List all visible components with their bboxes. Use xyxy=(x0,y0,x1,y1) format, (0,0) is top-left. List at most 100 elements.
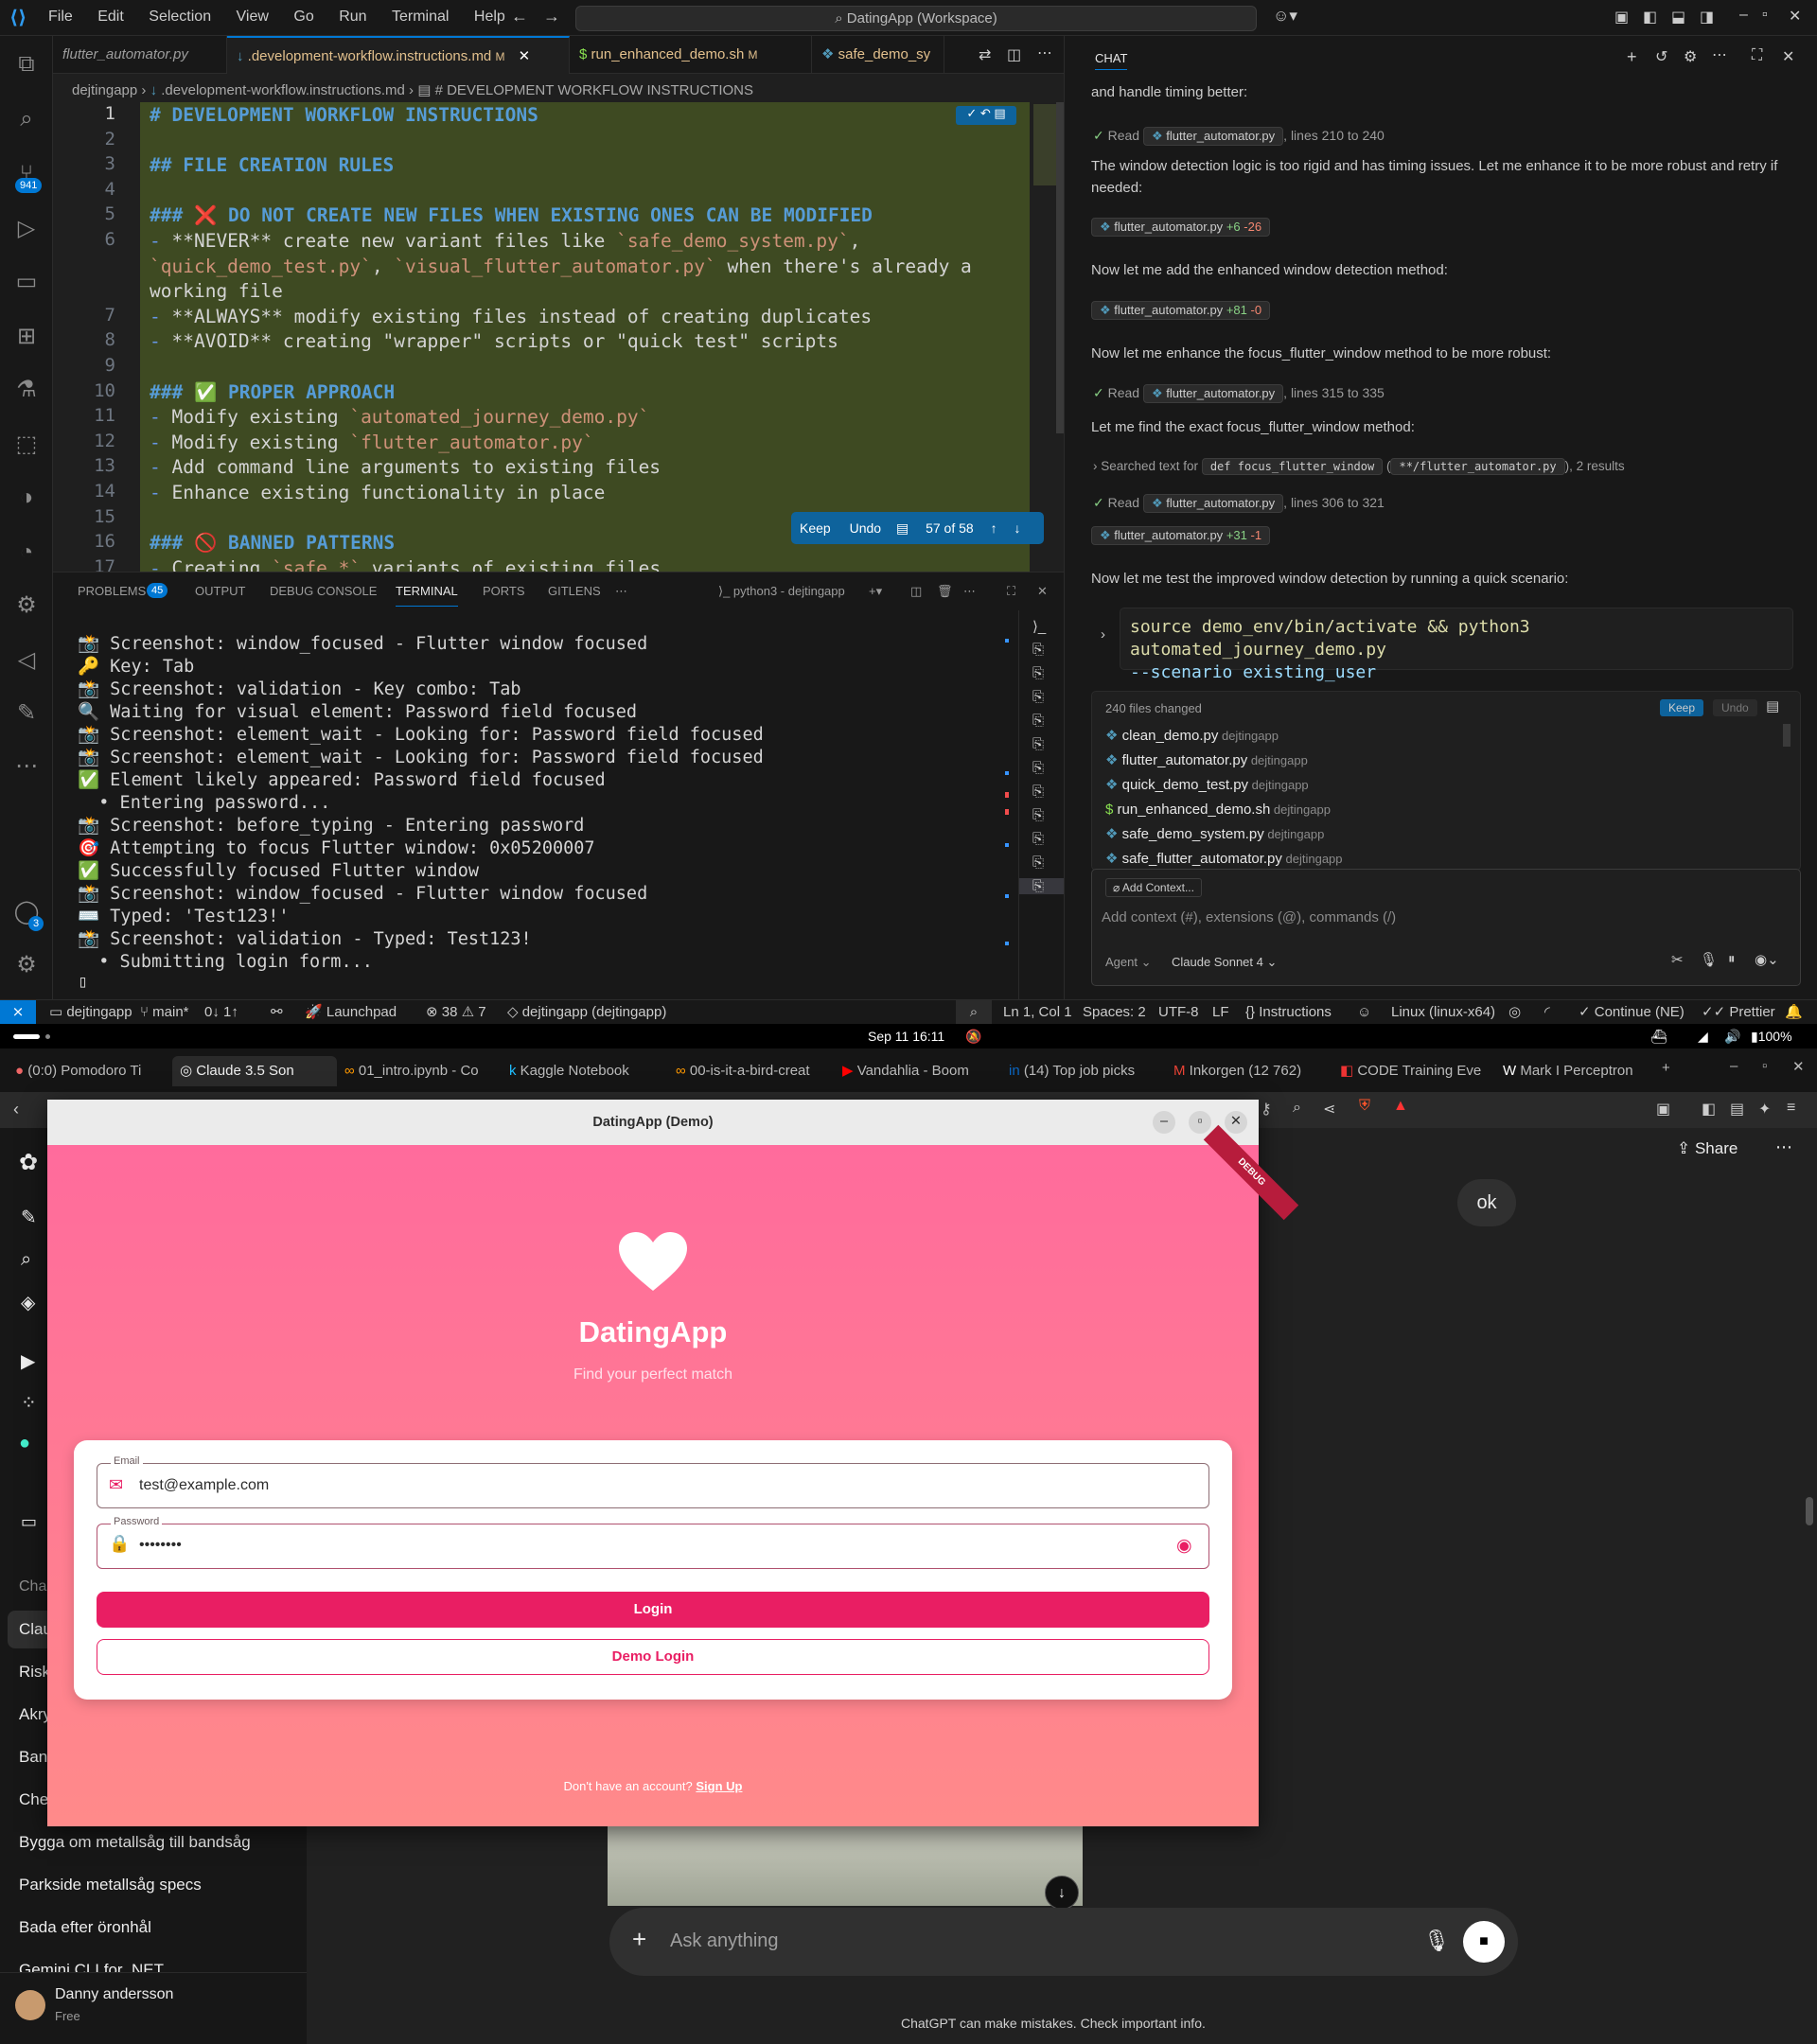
library-icon[interactable]: ◈ xyxy=(21,1291,35,1314)
history-icon[interactable]: ↺ xyxy=(1655,47,1667,66)
sora-icon[interactable]: ▶ xyxy=(21,1349,35,1373)
tab-development-workflow[interactable]: ↓ .development-workflow.instructions.md … xyxy=(227,36,570,74)
status-sync[interactable]: 0↓ 1↑ xyxy=(204,1000,238,1024)
status-language[interactable]: {} Instructions xyxy=(1245,1000,1332,1024)
keep-button[interactable]: Keep xyxy=(800,520,831,536)
inline-diff-actions[interactable]: ✓ ↶ ▤ xyxy=(956,106,1016,125)
edit-pill[interactable]: ❖ flutter_automator.py +81 -0 xyxy=(1091,301,1271,320)
chat-input-placeholder[interactable]: Add context (#), extensions (@), command… xyxy=(1102,909,1396,925)
file-pill[interactable]: ❖ flutter_automator.py xyxy=(1142,384,1284,403)
docker-icon[interactable]: ⚙ xyxy=(11,590,42,621)
status-prettier[interactable]: ✓✓ Prettier xyxy=(1702,1000,1775,1024)
toggle-sidebar-icon[interactable]: ◧ xyxy=(1643,8,1657,26)
keep-all-button[interactable]: Keep xyxy=(1660,699,1704,716)
gitlens-icon[interactable]: ◔ xyxy=(11,537,42,568)
tools-icon[interactable]: ✂ xyxy=(1671,951,1684,968)
close-panel-icon[interactable]: ✕ xyxy=(1037,584,1048,599)
browser-tab[interactable]: ∞ 00-is-it-a-bird-creat xyxy=(668,1056,829,1086)
browser-tab[interactable]: W Mark I Perceptron xyxy=(1495,1056,1656,1086)
compare-icon[interactable]: ⇄ xyxy=(979,45,991,64)
explorer-icon[interactable]: ⧉ xyxy=(11,49,42,79)
pause-icon[interactable]: ⏸ xyxy=(1728,951,1736,967)
flutter-minimize-icon[interactable]: – xyxy=(1153,1111,1175,1134)
undo-button[interactable]: Undo xyxy=(850,520,881,536)
model-dropdown[interactable]: Claude Sonnet 4 ⌄ xyxy=(1172,955,1277,970)
clock[interactable]: Sep 11 16:11 xyxy=(868,1024,944,1048)
flutter-icon[interactable]: ◁ xyxy=(11,645,42,676)
status-encoding[interactable]: UTF-8 xyxy=(1158,1000,1199,1024)
browser-tab[interactable]: ▶ Vandahlia - Boom xyxy=(835,1056,996,1086)
menu-selection[interactable]: Selection xyxy=(149,9,211,26)
wallet-icon[interactable]: ▤ xyxy=(1730,1100,1744,1119)
menu-view[interactable]: View xyxy=(237,9,269,26)
browser-back-icon[interactable]: ‹ xyxy=(13,1100,19,1119)
changed-file-row[interactable]: ❖ quick_demo_test.py dejtingapp xyxy=(1105,773,1768,798)
remote-indicator-icon[interactable]: ⨯ xyxy=(0,1000,36,1024)
tab-flutter-automator[interactable]: flutter_automator.py xyxy=(53,36,227,74)
tab-gitlens[interactable]: GITLENS xyxy=(548,584,601,598)
scroll-down-icon[interactable]: ↓ xyxy=(1045,1876,1079,1910)
breadcrumb-symbol[interactable]: # DEVELOPMENT WORKFLOW INSTRUCTIONS xyxy=(435,82,753,98)
terminal-instance-icon[interactable]: ⎘ xyxy=(1032,642,1044,658)
chevron-right-icon[interactable]: › xyxy=(1101,626,1105,643)
brave-rewards-icon[interactable]: ▲ xyxy=(1393,1098,1408,1115)
status-position[interactable]: Ln 1, Col 1 xyxy=(1003,1000,1072,1024)
status-spaces[interactable]: Spaces: 2 xyxy=(1083,1000,1146,1024)
show-password-eye-icon[interactable]: ◉ xyxy=(1176,1535,1192,1557)
projects-folder-icon[interactable]: ▭ xyxy=(21,1512,37,1532)
file-pill[interactable]: ❖ flutter_automator.py xyxy=(1142,494,1284,513)
zoom-icon[interactable]: ⌕ xyxy=(956,1000,992,1024)
command-center[interactable]: ⌕ DatingApp (Workspace) xyxy=(575,6,1257,31)
browser-tab[interactable]: ● (0:0) Pomodoro Ti xyxy=(8,1056,172,1086)
code-text[interactable]: # DEVELOPMENT WORKFLOW INSTRUCTIONS ## FI… xyxy=(140,102,1030,572)
edit-pill[interactable]: ❖ flutter_automator.py +6 -26 xyxy=(1091,218,1271,237)
maximize-panel-icon[interactable]: ⛶ xyxy=(1007,584,1015,599)
git-graph-icon[interactable]: ◑ xyxy=(11,483,42,513)
demo-login-button[interactable]: Demo Login xyxy=(97,1639,1209,1675)
terminal-instance-icon[interactable]: ⎘ xyxy=(1032,713,1044,729)
panel-more-actions-icon[interactable]: ⋯ xyxy=(963,584,976,599)
login-button[interactable]: Login xyxy=(97,1592,1209,1628)
toggle-secondary-sidebar-icon[interactable]: ◨ xyxy=(1700,8,1714,26)
stop-generating-button[interactable]: ■ xyxy=(1463,1921,1505,1963)
prompt-composer[interactable]: + Ask anything 🎙 ■ xyxy=(609,1908,1518,1976)
share-button[interactable]: ⇪ Share xyxy=(1677,1139,1738,1158)
changed-file-row[interactable]: ❖ flutter_automator.py dejtingapp xyxy=(1105,749,1768,773)
forward-arrow-icon[interactable]: → xyxy=(543,7,560,26)
edit-pill[interactable]: ❖ flutter_automator.py +31 -1 xyxy=(1091,526,1271,545)
chat-item[interactable]: Ban xyxy=(19,1748,47,1767)
changed-file-row[interactable]: $ run_enhanced_demo.sh dejtingapp xyxy=(1105,798,1768,822)
conversation-more-icon[interactable]: ⋯ xyxy=(1775,1137,1792,1157)
browser-tab[interactable]: in (14) Top job picks xyxy=(1001,1056,1162,1086)
send-dropdown-icon[interactable]: ◉⌄ xyxy=(1755,951,1779,968)
prompt-placeholder[interactable]: Ask anything xyxy=(670,1930,779,1952)
terminal-instance-icon[interactable]: ⎘ xyxy=(1019,878,1064,894)
menu-run[interactable]: Run xyxy=(339,9,366,26)
panel-more-icon[interactable]: ⋯ xyxy=(615,584,627,599)
editor-scrollbar[interactable] xyxy=(1056,102,1064,433)
new-terminal-icon[interactable]: +▾ xyxy=(869,584,882,599)
maximize-icon[interactable]: ▫ xyxy=(1762,7,1768,24)
search-step[interactable]: › Searched text for def focus_flutter_wi… xyxy=(1093,458,1625,475)
chat-item[interactable]: Parkside metallsåg specs xyxy=(19,1876,202,1894)
status-os[interactable]: Linux (linux-x64) xyxy=(1391,1000,1495,1024)
password-field[interactable]: Password 🔒 •••••••• ◉ xyxy=(97,1516,1209,1569)
microphone-icon[interactable]: 🎙 xyxy=(1423,1929,1450,1953)
key-icon[interactable]: ⚷ xyxy=(1261,1100,1272,1119)
terminal-command-block[interactable]: source demo_env/bin/activate && python3 … xyxy=(1120,608,1793,682)
status-graph-icon[interactable]: ⚯ xyxy=(271,1000,283,1024)
browser-tab[interactable]: ∞ 01_intro.ipynb - Co xyxy=(337,1056,494,1086)
new-chat-icon[interactable]: ✎ xyxy=(21,1206,37,1229)
notifications-muted-icon[interactable]: 🔕 xyxy=(965,1024,981,1048)
chat-item[interactable]: Risk xyxy=(19,1663,50,1682)
diff-icon[interactable]: ▤ xyxy=(896,520,908,536)
run-debug-icon[interactable]: ▷ xyxy=(11,214,42,244)
previous-change-icon[interactable]: ↑ xyxy=(991,520,997,536)
terminal-instance-icon[interactable]: ⟩_ xyxy=(1032,618,1046,635)
flutter-maximize-icon[interactable]: ▫ xyxy=(1189,1111,1211,1134)
changed-file-row[interactable]: ❖ safe_demo_system.py dejtingapp xyxy=(1105,822,1768,847)
copilot-status-icon[interactable]: ☺ xyxy=(1357,1000,1371,1024)
view-diff-icon[interactable]: ▤ xyxy=(1766,697,1779,714)
tab-safe-demo[interactable]: ❖ safe_demo_sy xyxy=(812,36,944,74)
minimize-icon[interactable]: – xyxy=(1739,7,1748,24)
